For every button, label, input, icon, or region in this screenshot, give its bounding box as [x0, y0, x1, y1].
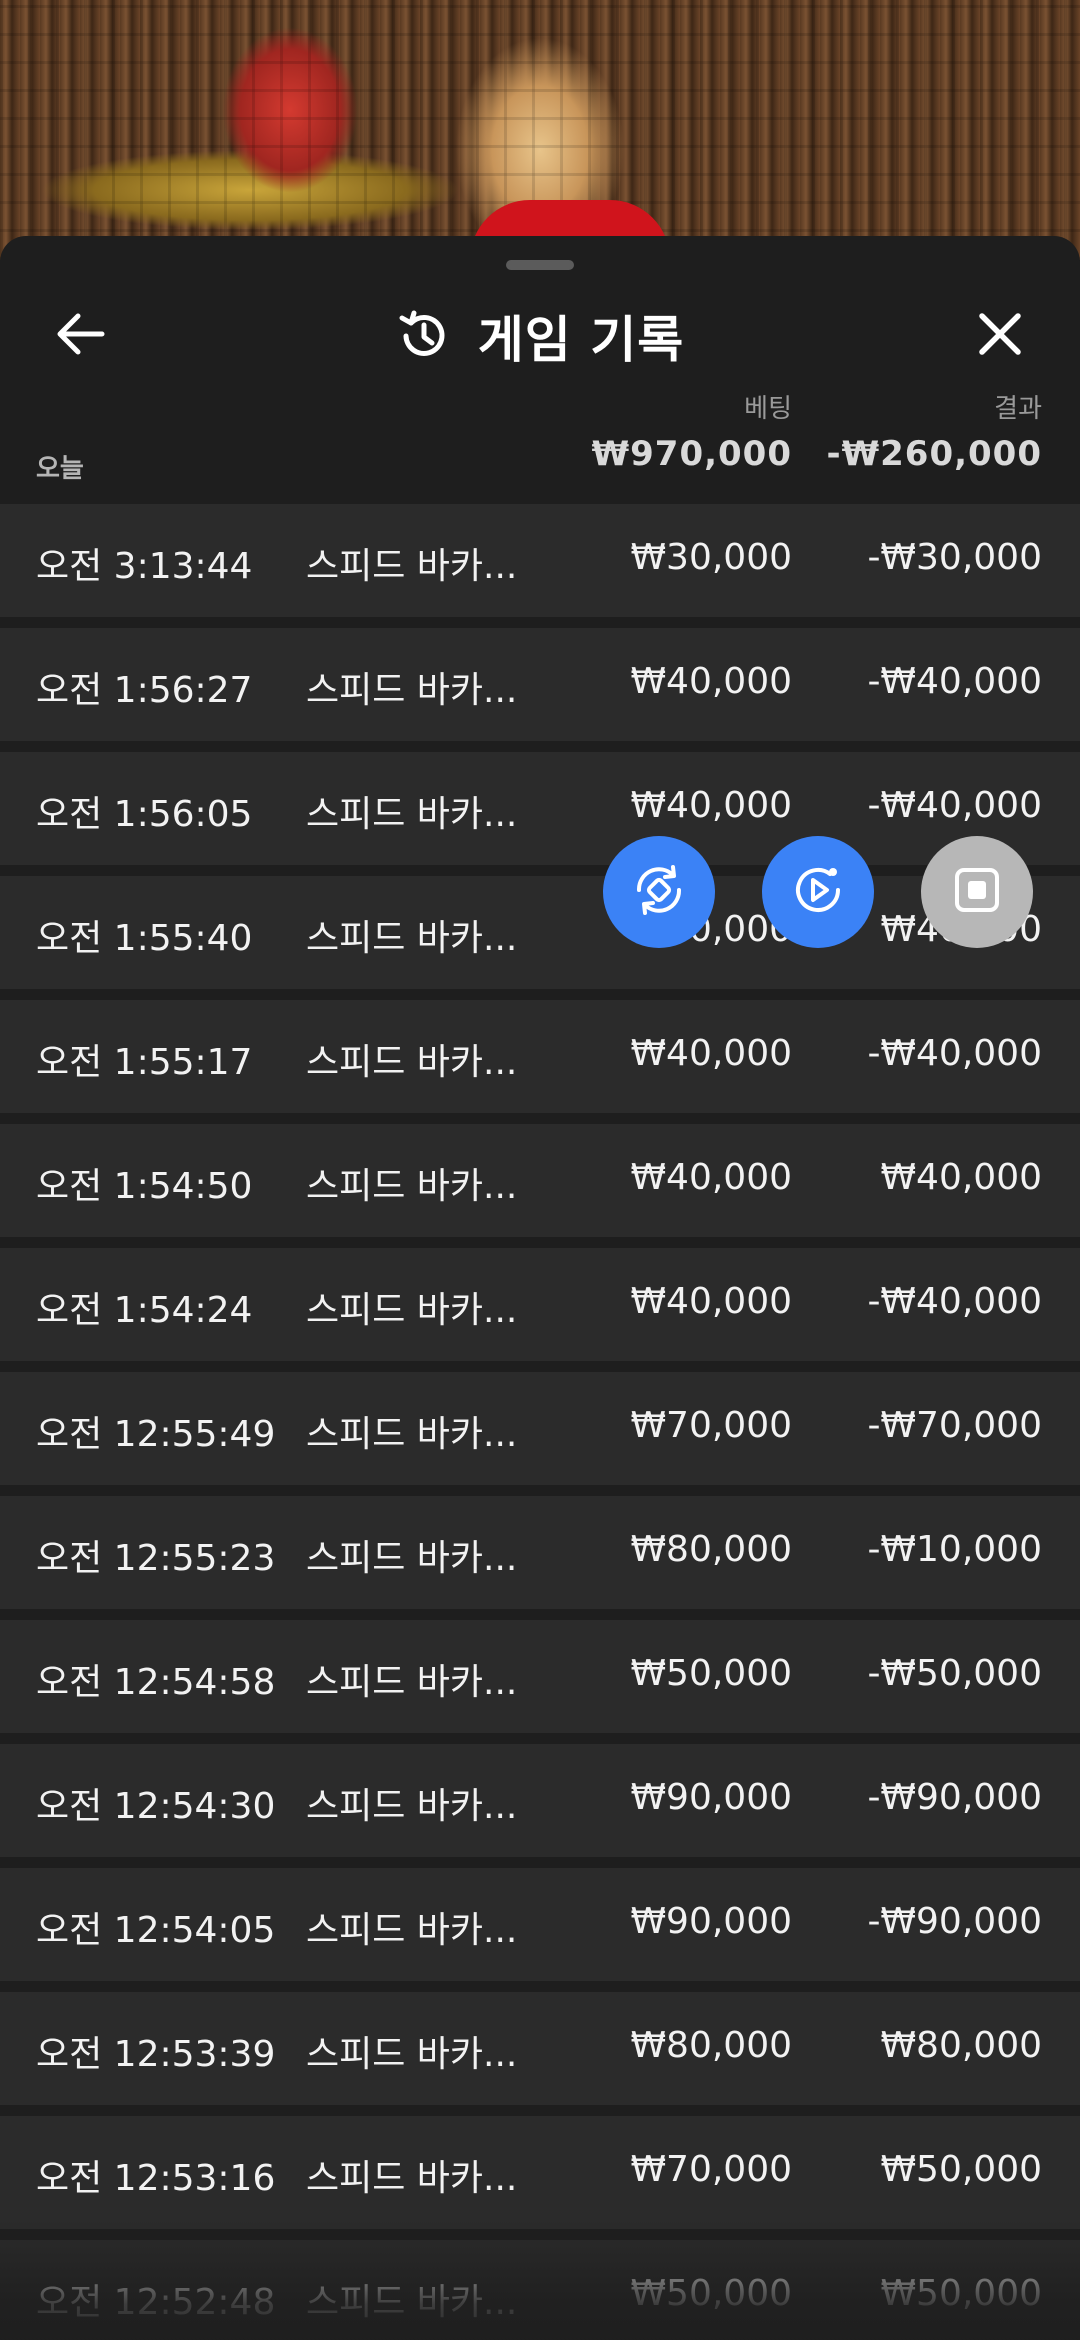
- row-result-amount: -₩50,000: [867, 1653, 1042, 1694]
- history-icon: [396, 308, 452, 364]
- row-game-name: 스피드 바카...: [306, 1290, 518, 1331]
- replay-icon: [786, 858, 850, 926]
- bet-column-label: 베팅: [744, 394, 792, 424]
- row-bet-amount: ₩30,000: [630, 537, 792, 578]
- row-game-name: 스피드 바카...: [306, 1538, 518, 1579]
- row-result-amount: -₩70,000: [867, 1405, 1042, 1446]
- row-time: 오전 12:53:16: [36, 2158, 276, 2199]
- row-time: 오전 1:54:50: [36, 1166, 253, 1207]
- stop-button[interactable]: [921, 836, 1033, 948]
- row-time: 오전 12:53:39: [36, 2034, 276, 2075]
- row-bet-amount: ₩40,000: [630, 661, 792, 702]
- row-time: 오전 12:55:23: [36, 1538, 276, 1579]
- row-time: 오전 1:56:27: [36, 670, 253, 711]
- row-game-name: 스피드 바카...: [306, 794, 518, 835]
- row-game-name: 스피드 바카...: [306, 2158, 518, 2199]
- row-bet-amount: ₩80,000: [630, 1529, 792, 1570]
- row-time: 오전 12:54:58: [36, 1662, 276, 1703]
- row-time: 오전 1:55:40: [36, 918, 253, 959]
- row-bet-amount: ₩90,000: [630, 1901, 792, 1942]
- sheet-header: 게임 기록: [0, 276, 1080, 386]
- history-row[interactable]: 오전 1:54:24 스피드 바카... ₩40,000 -₩40,000: [0, 1248, 1080, 1361]
- history-row[interactable]: 오전 1:56:05 스피드 바카... ₩40,000 -₩40,000: [0, 752, 1080, 865]
- row-game-name: 스피드 바카...: [306, 1786, 518, 1827]
- row-bet-amount: ₩80,000: [630, 2025, 792, 2066]
- history-row[interactable]: 오전 1:55:17 스피드 바카... ₩40,000 -₩40,000: [0, 1000, 1080, 1113]
- row-result-amount: -₩10,000: [867, 1529, 1042, 1570]
- row-time: 오전 12:54:05: [36, 1910, 276, 1951]
- history-row[interactable]: 오전 12:54:05 스피드 바카... ₩90,000 -₩90,000: [0, 1868, 1080, 1981]
- row-game-name: 스피드 바카...: [306, 670, 518, 711]
- history-row[interactable]: 오전 3:13:44 스피드 바카... ₩30,000 -₩30,000: [0, 504, 1080, 617]
- stop-icon: [949, 862, 1005, 922]
- row-time: 오전 12:54:30: [36, 1786, 276, 1827]
- rotate-screen-button[interactable]: [603, 836, 715, 948]
- row-bet-amount: ₩40,000: [630, 785, 792, 826]
- game-history-sheet: 게임 기록 베팅 결과 오늘 ₩970,000 -₩260,000 오전 3:1…: [0, 236, 1080, 2340]
- history-row[interactable]: 오전 1:54:50 스피드 바카... ₩40,000 ₩40,000: [0, 1124, 1080, 1237]
- history-row[interactable]: 오전 12:53:39 스피드 바카... ₩80,000 ₩80,000: [0, 1992, 1080, 2105]
- row-game-name: 스피드 바카...: [306, 1910, 518, 1951]
- row-bet-amount: ₩50,000: [630, 1653, 792, 1694]
- row-game-name: 스피드 바카...: [306, 1662, 518, 1703]
- row-result-amount: -₩90,000: [867, 1777, 1042, 1818]
- row-bet-amount: ₩90,000: [630, 1777, 792, 1818]
- row-game-name: 스피드 바카...: [306, 1042, 518, 1083]
- history-row[interactable]: 오전 12:54:58 스피드 바카... ₩50,000 -₩50,000: [0, 1620, 1080, 1733]
- row-result-amount: -₩90,000: [867, 1901, 1042, 1942]
- row-bet-amount: ₩70,000: [630, 2149, 792, 2190]
- row-time: 오전 12:52:48: [36, 2282, 276, 2323]
- row-bet-amount: ₩50,000: [630, 2273, 792, 2314]
- row-result-amount: ₩50,000: [880, 2273, 1042, 2314]
- row-game-name: 스피드 바카...: [306, 2282, 518, 2323]
- row-game-name: 스피드 바카...: [306, 918, 518, 959]
- back-button[interactable]: [40, 296, 120, 376]
- row-game-name: 스피드 바카...: [306, 1414, 518, 1455]
- row-result-amount: ₩40,000: [880, 1157, 1042, 1198]
- date-group-label: 오늘: [36, 454, 84, 484]
- close-button[interactable]: [960, 296, 1040, 376]
- close-icon: [976, 310, 1024, 362]
- row-game-name: 스피드 바카...: [306, 1166, 518, 1207]
- replay-button[interactable]: [762, 836, 874, 948]
- history-row[interactable]: 오전 12:52:48 스피드 바카... ₩50,000 ₩50,000: [0, 2240, 1080, 2340]
- row-time: 오전 1:54:24: [36, 1290, 253, 1331]
- row-result-amount: -₩40,000: [867, 1281, 1042, 1322]
- history-row[interactable]: 오전 1:55:40스피드 바카...₩40,000₩40,000: [0, 876, 1080, 989]
- row-result-amount: -₩40,000: [867, 785, 1042, 826]
- result-column-label: 결과: [994, 394, 1042, 424]
- live-video-background: [0, 0, 1080, 260]
- total-bet-value: ₩970,000: [591, 434, 792, 474]
- row-bet-amount: ₩40,000: [630, 1157, 792, 1198]
- arrow-left-icon: [54, 312, 106, 360]
- row-result-amount: -₩40,000: [867, 661, 1042, 702]
- title-group: 게임 기록: [0, 296, 1080, 376]
- summary-header: 베팅 결과 오늘 ₩970,000 -₩260,000: [0, 386, 1080, 496]
- row-bet-amount: ₩70,000: [630, 1405, 792, 1446]
- screen: 게임 기록 베팅 결과 오늘 ₩970,000 -₩260,000 오전 3:1…: [0, 0, 1080, 2340]
- row-result-amount: -₩30,000: [867, 537, 1042, 578]
- row-result-amount: ₩50,000: [880, 2149, 1042, 2190]
- row-time: 오전 12:55:49: [36, 1414, 276, 1455]
- row-time: 오전 1:56:05: [36, 794, 253, 835]
- history-row[interactable]: 오전 12:54:30 스피드 바카... ₩90,000 -₩90,000: [0, 1744, 1080, 1857]
- row-time: 오전 1:55:17: [36, 1042, 253, 1083]
- total-result-value: -₩260,000: [826, 434, 1042, 474]
- history-row[interactable]: 오전 12:55:23 스피드 바카... ₩80,000 -₩10,000: [0, 1496, 1080, 1609]
- row-time: 오전 3:13:44: [36, 546, 253, 587]
- sheet-drag-handle[interactable]: [506, 260, 574, 270]
- row-game-name: 스피드 바카...: [306, 2034, 518, 2075]
- history-row[interactable]: 오전 12:53:16 스피드 바카... ₩70,000 ₩50,000: [0, 2116, 1080, 2229]
- row-bet-amount: ₩40,000: [630, 1033, 792, 1074]
- history-row[interactable]: 오전 12:55:49 스피드 바카... ₩70,000 -₩70,000: [0, 1372, 1080, 1485]
- row-bet-amount: ₩40,000: [630, 1281, 792, 1322]
- page-title: 게임 기록: [477, 311, 685, 369]
- history-list: 오전 3:13:44 스피드 바카... ₩30,000 -₩30,000 오전 1:5…: [0, 504, 1080, 2340]
- rotate-screen-icon: [627, 858, 691, 926]
- row-result-amount: -₩40,000: [867, 1033, 1042, 1074]
- history-row[interactable]: 오전 1:56:27 스피드 바카... ₩40,000 -₩40,000: [0, 628, 1080, 741]
- row-result-amount: ₩80,000: [880, 2025, 1042, 2066]
- row-game-name: 스피드 바카...: [306, 546, 518, 587]
